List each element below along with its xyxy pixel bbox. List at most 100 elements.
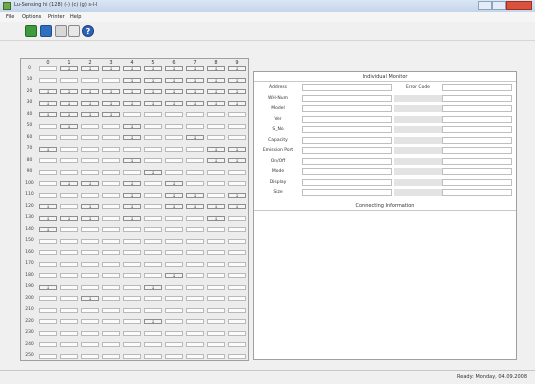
unit-cell[interactable]: 1 <box>186 77 204 83</box>
preview-icon[interactable] <box>68 25 80 37</box>
unit-cell[interactable] <box>60 204 78 209</box>
unit-cell[interactable] <box>186 284 204 290</box>
unit-cell[interactable] <box>81 146 99 152</box>
unit-cell[interactable] <box>207 307 225 313</box>
unit-cell[interactable] <box>186 250 204 255</box>
unit-cell[interactable] <box>123 330 141 336</box>
unit-cell[interactable]: 1 <box>39 146 57 152</box>
unit-cell[interactable]: 1 <box>228 158 246 163</box>
unit-cell[interactable]: 1 <box>144 319 162 324</box>
unit-cell[interactable]: 1 <box>207 215 225 221</box>
unit-cell[interactable] <box>186 181 204 186</box>
unit-cell[interactable] <box>144 123 162 129</box>
unit-cell[interactable]: 1 <box>102 66 120 71</box>
unit-cell[interactable] <box>207 112 225 117</box>
unit-cell[interactable] <box>165 169 183 175</box>
unit-cell[interactable] <box>102 77 120 83</box>
unit-cell[interactable] <box>144 307 162 313</box>
unit-cell[interactable]: 1 <box>60 112 78 117</box>
unit-cell[interactable] <box>60 284 78 290</box>
unit-cell[interactable] <box>144 146 162 152</box>
unit-cell[interactable] <box>228 284 246 290</box>
unit-cell[interactable]: 1 <box>81 204 99 209</box>
unit-cell[interactable] <box>102 123 120 129</box>
unit-cell[interactable]: 1 <box>60 215 78 221</box>
unit-cell[interactable] <box>123 238 141 244</box>
unit-cell[interactable]: 1 <box>207 66 225 71</box>
unit-cell[interactable] <box>144 135 162 140</box>
unit-cell[interactable] <box>60 192 78 198</box>
unit-cell[interactable] <box>165 353 183 359</box>
unit-cell[interactable]: 1 <box>81 296 99 301</box>
unit-cell[interactable] <box>144 112 162 117</box>
unit-cell[interactable] <box>165 296 183 301</box>
unit-cell[interactable] <box>144 342 162 347</box>
unit-cell[interactable]: 1 <box>186 135 204 140</box>
unit-cell[interactable] <box>228 227 246 232</box>
unit-cell[interactable] <box>102 192 120 198</box>
unit-cell[interactable] <box>207 135 225 140</box>
menu-options[interactable]: Options <box>22 14 41 20</box>
unit-cell[interactable]: 1 <box>144 169 162 175</box>
unit-cell[interactable] <box>207 296 225 301</box>
unit-cell[interactable] <box>228 123 246 129</box>
unit-cell[interactable] <box>228 330 246 336</box>
unit-cell[interactable] <box>81 250 99 255</box>
unit-cell[interactable] <box>39 181 57 186</box>
unit-cell[interactable]: 1 <box>186 66 204 71</box>
unit-cell[interactable] <box>144 181 162 186</box>
unit-cell[interactable] <box>39 273 57 278</box>
unit-cell[interactable]: 1 <box>123 158 141 163</box>
unit-cell[interactable] <box>81 227 99 232</box>
unit-cell[interactable] <box>165 330 183 336</box>
unit-cell[interactable] <box>144 192 162 198</box>
unit-cell[interactable] <box>123 307 141 313</box>
unit-cell[interactable]: 1 <box>60 66 78 71</box>
unit-cell[interactable]: 1 <box>165 204 183 209</box>
unit-cell[interactable] <box>81 261 99 267</box>
unit-cell[interactable] <box>123 227 141 232</box>
maximize-button[interactable] <box>492 1 506 10</box>
unit-cell[interactable]: 1 <box>102 100 120 106</box>
unit-cell[interactable]: 1 <box>186 89 204 94</box>
unit-cell[interactable] <box>81 158 99 163</box>
unit-cell[interactable] <box>144 353 162 359</box>
unit-cell[interactable] <box>207 261 225 267</box>
unit-cell[interactable] <box>102 227 120 232</box>
unit-cell[interactable]: 1 <box>39 100 57 106</box>
unit-cell[interactable] <box>144 204 162 209</box>
unit-cell[interactable]: 1 <box>228 146 246 152</box>
unit-cell[interactable]: 1 <box>123 215 141 221</box>
unit-cell[interactable] <box>60 342 78 347</box>
unit-cell[interactable]: 1 <box>60 123 78 129</box>
unit-cell[interactable] <box>60 135 78 140</box>
unit-cell[interactable]: 1 <box>123 77 141 83</box>
unit-cell[interactable] <box>228 135 246 140</box>
unit-cell[interactable] <box>165 261 183 267</box>
unit-cell[interactable] <box>81 169 99 175</box>
unit-cell[interactable] <box>228 319 246 324</box>
unit-cell[interactable]: 1 <box>60 89 78 94</box>
unit-cell[interactable]: 1 <box>81 66 99 71</box>
unit-cell[interactable] <box>186 215 204 221</box>
unit-cell[interactable] <box>81 353 99 359</box>
unit-cell[interactable] <box>123 250 141 255</box>
unit-cell[interactable] <box>144 261 162 267</box>
unit-cell[interactable] <box>81 342 99 347</box>
unit-cell[interactable] <box>60 273 78 278</box>
unit-cell[interactable] <box>39 353 57 359</box>
unit-cell[interactable] <box>60 250 78 255</box>
unit-cell[interactable] <box>165 215 183 221</box>
unit-cell[interactable] <box>39 158 57 163</box>
unit-cell[interactable] <box>81 273 99 278</box>
unit-cell[interactable]: 1 <box>165 100 183 106</box>
unit-cell[interactable] <box>102 250 120 255</box>
unit-cell[interactable]: 1 <box>228 192 246 198</box>
unit-cell[interactable] <box>39 192 57 198</box>
unit-cell[interactable] <box>81 319 99 324</box>
unit-cell[interactable] <box>123 353 141 359</box>
unit-cell[interactable]: 1 <box>207 100 225 106</box>
unit-cell[interactable] <box>102 181 120 186</box>
unit-cell[interactable]: 1 <box>123 66 141 71</box>
unit-cell[interactable] <box>186 307 204 313</box>
